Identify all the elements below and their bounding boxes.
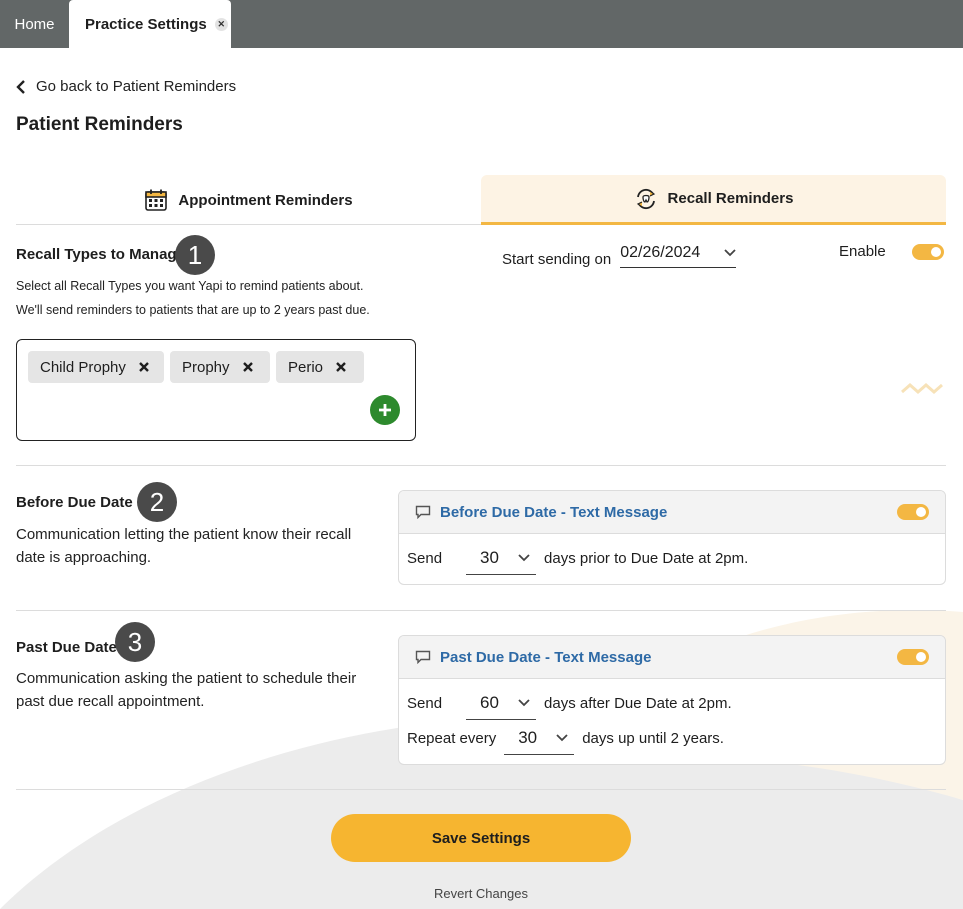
past-due-desc-2: past due recall appointment. — [16, 693, 205, 710]
recall-types-desc-2: We'll send reminders to patients that ar… — [16, 303, 370, 317]
add-recall-type-button[interactable] — [370, 395, 400, 425]
tab-bar: Home Practice Settings ✕ — [0, 0, 963, 48]
start-date-select[interactable]: 02/26/2024 — [620, 244, 737, 268]
past-due-toggle[interactable] — [897, 649, 929, 665]
tab-practice-settings-label: Practice Settings — [85, 15, 207, 33]
enable-control: Enable — [839, 243, 944, 260]
page-title: Patient Reminders — [16, 114, 183, 135]
recall-types-desc-1: Select all Recall Types you want Yapi to… — [16, 279, 364, 293]
tooth-refresh-icon — [636, 188, 655, 209]
enable-toggle[interactable] — [911, 243, 944, 260]
calendar-icon — [145, 189, 168, 211]
tab-home[interactable]: Home — [0, 0, 69, 48]
save-settings-button[interactable]: Save Settings — [331, 814, 631, 862]
repeat-label: Repeat every — [407, 730, 497, 747]
past-due-repeat-select[interactable]: 30 — [504, 723, 575, 755]
tab-recall-reminders-label: Recall Reminders — [667, 190, 794, 207]
past-due-days-select[interactable]: 60 — [466, 688, 537, 720]
chip-prophy: Prophy — [170, 351, 270, 383]
days-value: 60 — [480, 693, 499, 712]
tab-practice-settings[interactable]: Practice Settings ✕ — [69, 0, 231, 48]
divider — [16, 789, 946, 790]
remove-icon[interactable] — [242, 361, 254, 373]
before-due-title: Before Due Date — [16, 494, 133, 511]
past-due-title: Past Due Date — [16, 639, 117, 656]
plus-icon — [379, 404, 391, 416]
before-due-card-title[interactable]: Before Due Date - Text Message — [440, 504, 667, 521]
enable-label: Enable — [839, 243, 886, 260]
chip-label: Perio — [288, 358, 324, 376]
before-due-desc-2: date is approaching. — [16, 549, 152, 566]
past-due-repeat-row: Repeat every 30 days up until 2 years. — [399, 721, 945, 756]
recall-types-input[interactable]: Child Prophy Prophy Perio — [16, 339, 416, 441]
past-due-card: Past Due Date - Text Message Send 60 day… — [398, 635, 946, 765]
days-value: 30 — [480, 548, 499, 567]
chevron-left-icon — [16, 79, 25, 94]
chip-perio: Perio — [276, 351, 364, 383]
chip-label: Prophy — [182, 358, 230, 376]
past-due-card-title[interactable]: Past Due Date - Text Message — [440, 649, 651, 666]
start-sending-label: Start sending on — [502, 251, 612, 268]
tab-appointment-reminders-label: Appointment Reminders — [178, 191, 353, 209]
tab-appointment-reminders[interactable]: Appointment Reminders — [16, 175, 481, 225]
step-badge-2: 2 — [137, 482, 177, 522]
past-due-card-header: Past Due Date - Text Message — [399, 636, 945, 679]
chevron-down-icon — [556, 734, 568, 742]
message-icon — [415, 505, 431, 519]
send-label: Send — [407, 695, 443, 712]
segment-tabs: Appointment Reminders Recall Reminders — [16, 175, 946, 225]
chevron-down-icon — [518, 554, 530, 562]
back-link-label: Go back to Patient Reminders — [36, 78, 237, 95]
revert-changes-link[interactable]: Revert Changes — [331, 886, 631, 901]
chevron-down-icon — [724, 249, 736, 257]
step-badge-1: 1 — [175, 235, 215, 275]
before-due-card: Before Due Date - Text Message Send 30 d… — [398, 490, 946, 585]
start-date-value: 02/26/2024 — [620, 244, 701, 261]
tab-recall-reminders[interactable]: Recall Reminders — [481, 175, 946, 225]
recall-types-title: Recall Types to Manage — [16, 246, 185, 263]
before-due-days-select[interactable]: 30 — [466, 543, 537, 575]
send-suffix: days prior to Due Date at 2pm. — [544, 550, 749, 567]
before-due-send-row: Send 30 days prior to Due Date at 2pm. — [399, 541, 945, 576]
remove-icon[interactable] — [335, 361, 347, 373]
divider — [16, 610, 946, 611]
repeat-value: 30 — [518, 728, 538, 747]
start-sending: Start sending on 02/26/2024 — [502, 244, 737, 268]
background-shape — [0, 383, 963, 909]
send-label: Send — [407, 550, 443, 567]
before-due-toggle[interactable] — [897, 504, 929, 520]
message-icon — [415, 650, 431, 664]
repeat-suffix: days up until 2 years. — [582, 730, 724, 747]
chip-child-prophy: Child Prophy — [28, 351, 164, 383]
step-badge-3: 3 — [115, 622, 155, 662]
chip-label: Child Prophy — [40, 358, 126, 376]
before-due-card-header: Before Due Date - Text Message — [399, 491, 945, 534]
past-due-desc-1: Communication asking the patient to sche… — [16, 670, 357, 687]
divider — [16, 465, 946, 466]
remove-icon[interactable] — [138, 361, 150, 373]
before-due-desc-1: Communication letting the patient know t… — [16, 526, 352, 543]
send-suffix: days after Due Date at 2pm. — [544, 695, 732, 712]
back-link[interactable]: Go back to Patient Reminders — [16, 78, 236, 95]
past-due-send-row: Send 60 days after Due Date at 2pm. — [399, 686, 945, 721]
chevron-down-icon — [518, 699, 530, 707]
close-icon[interactable]: ✕ — [214, 17, 228, 31]
